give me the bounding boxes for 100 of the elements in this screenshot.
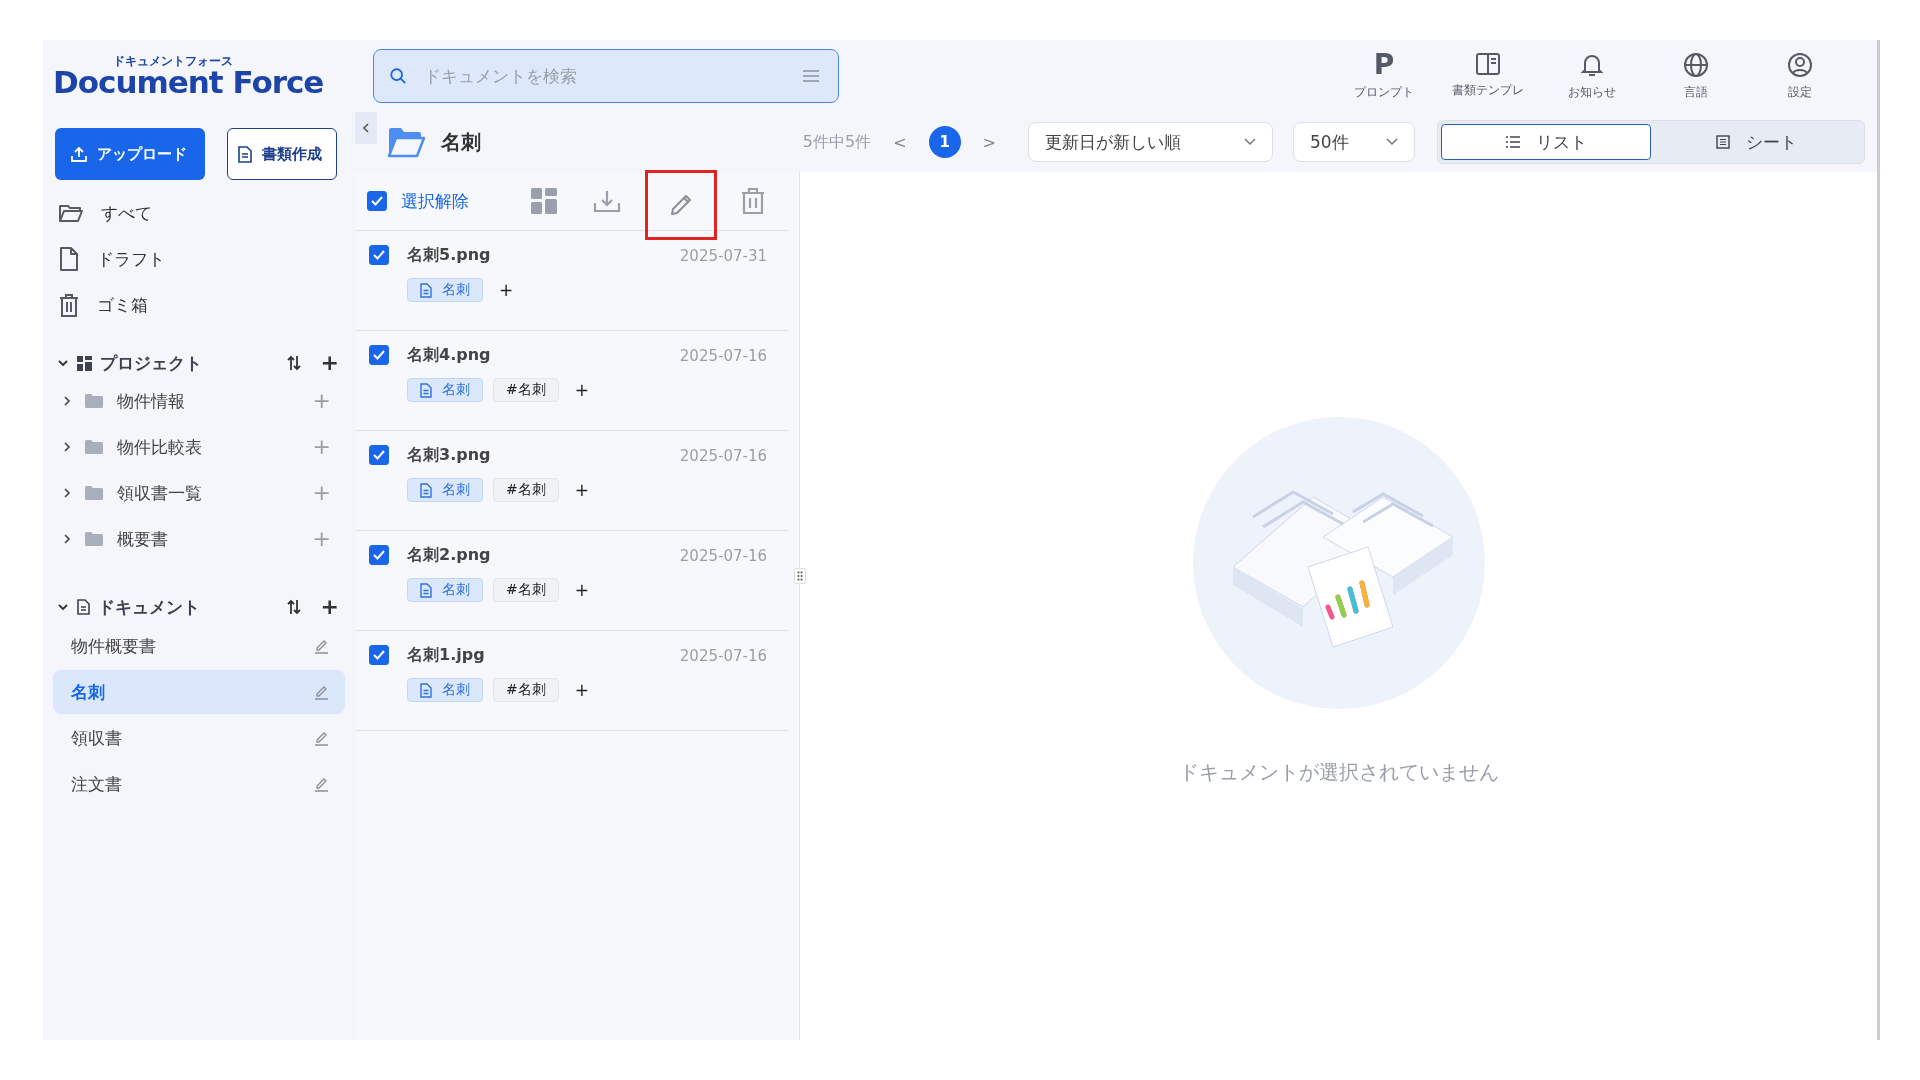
- row-checkbox[interactable]: [369, 245, 389, 265]
- chevron-icon[interactable]: [63, 441, 71, 453]
- file-name: 名刺2.png: [407, 545, 491, 566]
- caret-icon: [1386, 138, 1398, 146]
- chevron-icon[interactable]: [63, 487, 71, 499]
- document-icon: [420, 482, 432, 498]
- deselect-all-link[interactable]: 選択解除: [401, 189, 469, 213]
- file-date: 2025-07-16: [679, 446, 767, 465]
- select-all-checkbox[interactable]: [367, 191, 387, 211]
- hashtag-tag[interactable]: #名刺: [493, 478, 559, 502]
- document-type-item[interactable]: 名刺: [53, 670, 345, 714]
- edit-icon[interactable]: [313, 684, 329, 700]
- document-icon: [238, 145, 252, 163]
- category-tag[interactable]: 名刺: [407, 278, 483, 302]
- folder-icon: [85, 532, 103, 546]
- project-item[interactable]: 領収書一覧 +: [53, 470, 345, 516]
- file-row[interactable]: 名刺4.png 2025-07-16 名刺 #名刺 +: [355, 331, 789, 431]
- checkmark-icon: [370, 195, 384, 207]
- chevron-icon[interactable]: [57, 603, 69, 611]
- header-action-button[interactable]: お知らせ: [1555, 51, 1629, 101]
- grid-icon: [77, 355, 92, 371]
- add-document-button[interactable]: +: [320, 596, 339, 618]
- row-checkbox[interactable]: [369, 345, 389, 365]
- nav-item[interactable]: ゴミ箱: [53, 290, 345, 320]
- header-action-button[interactable]: 言語: [1659, 51, 1733, 101]
- file-date: 2025-07-16: [679, 646, 767, 665]
- file-row[interactable]: 名刺3.png 2025-07-16 名刺 #名刺 +: [355, 431, 789, 531]
- folder-icon: [59, 203, 83, 223]
- search-icon: [389, 67, 407, 85]
- category-tag[interactable]: 名刺: [407, 378, 483, 402]
- checkmark-icon: [372, 549, 386, 561]
- edit-icon[interactable]: [313, 776, 329, 792]
- folder-title: 名刺: [441, 128, 481, 156]
- file-name: 名刺5.png: [407, 245, 491, 266]
- row-checkbox[interactable]: [369, 445, 389, 465]
- document-type-item[interactable]: 物件概要書: [53, 624, 345, 668]
- file-row[interactable]: 名刺5.png 2025-07-31 名刺 +: [355, 231, 789, 331]
- add-tag-button[interactable]: +: [574, 380, 589, 400]
- header-action-button[interactable]: P プロンプト: [1347, 51, 1421, 101]
- document-icon: [420, 682, 432, 698]
- file-name: 名刺3.png: [407, 445, 491, 466]
- add-tag-button[interactable]: +: [574, 480, 589, 500]
- collapse-button[interactable]: [355, 112, 377, 144]
- sort-icon[interactable]: [286, 355, 301, 371]
- header-action-button[interactable]: 設定: [1763, 51, 1837, 101]
- hashtag-tag[interactable]: #名刺: [493, 378, 559, 402]
- table-icon: [1715, 135, 1730, 149]
- category-tag[interactable]: 名刺: [407, 578, 483, 602]
- globe-icon: [1683, 51, 1709, 78]
- nav-item[interactable]: すべて: [53, 198, 345, 228]
- edit-icon[interactable]: [313, 730, 329, 746]
- view-tab[interactable]: シート: [1651, 124, 1861, 160]
- list-icon: [1505, 136, 1520, 148]
- page-button[interactable]: 1: [928, 126, 961, 158]
- folder-icon: [85, 394, 103, 408]
- document-icon: [420, 382, 432, 398]
- file-row[interactable]: 名刺1.jpg 2025-07-16 名刺 #名刺 +: [355, 631, 789, 731]
- file-row[interactable]: 名刺2.png 2025-07-16 名刺 #名刺 +: [355, 531, 789, 631]
- view-tab[interactable]: リスト: [1441, 124, 1651, 160]
- file-date: 2025-07-16: [679, 346, 767, 365]
- logo: ドキュメントフォース Document Force: [53, 54, 325, 98]
- create-document-button[interactable]: 書類作成: [227, 128, 337, 180]
- sort-dropdown[interactable]: 更新日が新しい順: [1028, 122, 1273, 162]
- sort-icon[interactable]: [286, 599, 301, 615]
- add-tag-button[interactable]: +: [574, 580, 589, 600]
- file-date: 2025-07-31: [679, 246, 767, 265]
- pencil-icon: [668, 192, 694, 218]
- project-item[interactable]: 概要書 +: [53, 516, 345, 562]
- row-checkbox[interactable]: [369, 645, 389, 665]
- row-checkbox[interactable]: [369, 545, 389, 565]
- chevron-icon[interactable]: [63, 395, 71, 407]
- add-tag-button[interactable]: +: [499, 280, 514, 300]
- header-action-button[interactable]: 書類テンプレ: [1451, 51, 1525, 101]
- folder-icon: [85, 486, 103, 500]
- trash-icon: [59, 293, 79, 317]
- upload-icon: [71, 146, 87, 162]
- resize-handle[interactable]: [794, 568, 806, 584]
- hashtag-tag[interactable]: #名刺: [493, 578, 559, 602]
- category-tag[interactable]: 名刺: [407, 478, 483, 502]
- document-type-item[interactable]: 領収書: [53, 716, 345, 760]
- page-size-dropdown[interactable]: 50件: [1293, 122, 1415, 162]
- search-field[interactable]: ドキュメントを検索: [373, 49, 839, 103]
- edit-button[interactable]: [645, 170, 717, 240]
- project-item[interactable]: 物件比較表 +: [53, 424, 345, 470]
- hashtag-tag[interactable]: #名刺: [493, 678, 559, 702]
- upload-button[interactable]: アップロード: [55, 128, 205, 180]
- chevron-icon[interactable]: [63, 533, 71, 545]
- nav-item[interactable]: ドラフト: [53, 244, 345, 274]
- category-tag[interactable]: 名刺: [407, 678, 483, 702]
- add-tag-button[interactable]: +: [574, 680, 589, 700]
- user-icon: [1787, 51, 1813, 78]
- add-project-button[interactable]: +: [320, 352, 339, 374]
- edit-icon[interactable]: [313, 638, 329, 654]
- chevron-left-icon: [362, 122, 370, 134]
- folder-icon: [85, 440, 103, 454]
- project-item[interactable]: 物件情報 +: [53, 378, 345, 424]
- empty-state-message: ドキュメントが選択されていません: [1178, 759, 1499, 786]
- document-icon: [420, 282, 432, 298]
- document-type-item[interactable]: 注文書: [53, 762, 345, 806]
- chevron-icon[interactable]: [57, 359, 69, 367]
